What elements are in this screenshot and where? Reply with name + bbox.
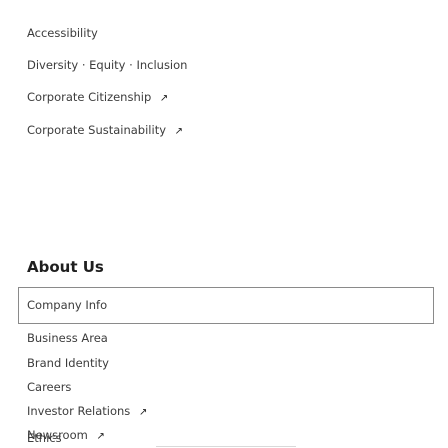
- accessibility-link-label: Accessibility: [27, 26, 98, 40]
- external-link-icon: ↗: [174, 126, 184, 137]
- careers-link[interactable]: Careers: [27, 379, 71, 395]
- company-info-focus-box: Company Info: [18, 287, 434, 324]
- about-us-heading: About Us: [27, 258, 104, 276]
- external-link-icon: ↗: [138, 407, 148, 418]
- corporate-sustainability-link-label: Corporate Sustainability: [27, 123, 167, 137]
- external-link-icon: ↗: [159, 93, 169, 104]
- investor-relations-link[interactable]: Investor Relations ↗: [27, 403, 147, 421]
- corporate-citizenship-link[interactable]: Corporate Citizenship ↗: [27, 89, 168, 107]
- ethics-link[interactable]: Ethics: [27, 430, 62, 446]
- bottom-divider: [156, 446, 296, 447]
- corporate-citizenship-link-label: Corporate Citizenship: [27, 90, 152, 104]
- diversity-equity-inclusion-link-label: Diversity · Equity · Inclusion: [27, 58, 188, 72]
- footer-links-page: Accessibility Diversity · Equity · Inclu…: [0, 0, 448, 448]
- brand-identity-link-label: Brand Identity: [27, 356, 109, 370]
- ethics-link-label: Ethics: [27, 431, 62, 445]
- accessibility-link[interactable]: Accessibility: [27, 25, 98, 41]
- external-link-icon: ↗: [96, 431, 105, 442]
- business-area-link[interactable]: Business Area: [27, 330, 108, 346]
- corporate-sustainability-link[interactable]: Corporate Sustainability ↗: [27, 122, 183, 140]
- company-info-link[interactable]: Company Info: [27, 297, 107, 313]
- careers-link-label: Careers: [27, 380, 72, 394]
- brand-identity-link[interactable]: Brand Identity: [27, 355, 109, 371]
- business-area-link-label: Business Area: [27, 331, 108, 345]
- company-info-link-label: Company Info: [27, 298, 108, 312]
- investor-relations-link-label: Investor Relations: [27, 404, 131, 418]
- diversity-equity-inclusion-link[interactable]: Diversity · Equity · Inclusion: [27, 57, 187, 73]
